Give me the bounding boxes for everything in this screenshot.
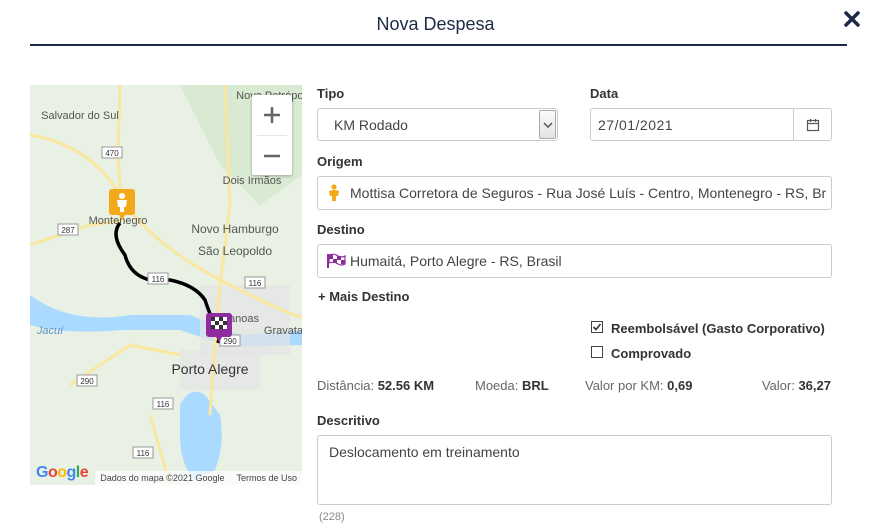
moeda-stat: Moeda: BRL <box>475 378 549 393</box>
descritivo-label: Descritivo <box>317 413 380 428</box>
origem-label: Origem <box>317 154 363 169</box>
place-label: Dois Irmãos <box>223 175 282 187</box>
place-label: Montenegro <box>89 215 148 227</box>
road-label: 116 <box>249 279 262 288</box>
road-label: 470 <box>105 149 119 158</box>
valor-km-value: 0,69 <box>667 378 693 393</box>
road-label: 290 <box>80 377 94 386</box>
zoom-in-button[interactable] <box>252 95 292 135</box>
place-label: São Leopoldo <box>198 244 272 258</box>
checkmark-icon <box>592 323 602 331</box>
valor-km-stat: Valor por KM: 0,69 <box>585 378 692 393</box>
place-label: Salvador do Sul <box>41 110 119 122</box>
plus-icon <box>264 107 280 123</box>
modal-title: Nova Despesa <box>376 14 495 34</box>
google-logo: Google <box>36 464 89 481</box>
calendar-icon[interactable] <box>793 109 831 140</box>
road-label: 290 <box>223 337 237 346</box>
comprovado-label[interactable]: Comprovado <box>611 346 691 361</box>
finish-flag-icon <box>327 253 346 268</box>
minus-icon <box>264 154 280 158</box>
data-input[interactable]: 27/01/2021 <box>590 108 832 141</box>
destino-value: Humaitá, Porto Alegre - RS, Brasil <box>350 253 562 269</box>
valor-km-label: Valor por KM: <box>585 378 664 393</box>
road-label: 287 <box>61 226 75 235</box>
map-credits: Dados do mapa ©2021 Google <box>100 473 225 483</box>
data-label: Data <box>590 86 619 101</box>
zoom-out-button[interactable] <box>252 136 292 176</box>
mais-destino-link[interactable]: + Mais Destino <box>318 289 409 304</box>
map-footer: Dados do mapa ©2021 Google Termos de Uso <box>95 471 302 485</box>
zoom-controls <box>252 95 292 175</box>
chevron-down-icon[interactable] <box>539 110 556 139</box>
road-label: 116 <box>152 275 165 284</box>
distancia-label: Distância: <box>317 378 375 393</box>
destino-label: Destino <box>317 222 365 237</box>
title-divider <box>30 44 847 46</box>
reembolsavel-label[interactable]: Reembolsável (Gasto Corporativo) <box>611 321 825 336</box>
moeda-value: BRL <box>522 378 549 393</box>
place-label: Novo Hamburgo <box>191 222 279 236</box>
road-label: 116 <box>157 400 170 409</box>
tipo-select[interactable]: KM Rodado <box>317 108 558 141</box>
tipo-value: KM Rodado <box>334 116 408 133</box>
distancia-value: 52.56 KM <box>377 378 435 393</box>
comprovado-checkbox[interactable] <box>591 346 603 358</box>
person-pin-icon <box>329 184 339 201</box>
tipo-label: Tipo <box>317 86 345 101</box>
moeda-label: Moeda: <box>475 378 519 393</box>
valor-stat: Valor: 36,27 <box>762 378 831 393</box>
place-label: Porto Alegre <box>171 361 248 377</box>
map-terms-link[interactable]: Termos de Uso <box>236 473 297 483</box>
place-label: Jacuí <box>36 325 64 337</box>
route-map[interactable]: Salvador do Sul Nova Petrópolis Dois Irm… <box>30 85 302 485</box>
valor-label: Valor: <box>761 378 795 393</box>
char-counter: (228) <box>319 511 345 523</box>
descritivo-textarea[interactable]: Deslocamento em treinamento <box>317 435 832 505</box>
close-icon[interactable] <box>843 10 861 28</box>
destino-input[interactable]: Humaitá, Porto Alegre - RS, Brasil <box>317 244 832 278</box>
distancia-stat: Distância: 52.56 KM <box>317 378 434 393</box>
origem-value: Mottisa Corretora de Seguros - Rua José … <box>350 185 827 201</box>
valor-value: 36,27 <box>798 378 831 393</box>
reembolsavel-checkbox[interactable] <box>591 321 603 333</box>
data-value: 27/01/2021 <box>598 116 674 133</box>
origem-input[interactable]: Mottisa Corretora de Seguros - Rua José … <box>317 176 832 210</box>
place-label: Gravataí <box>264 325 302 337</box>
road-label: 116 <box>137 449 150 458</box>
